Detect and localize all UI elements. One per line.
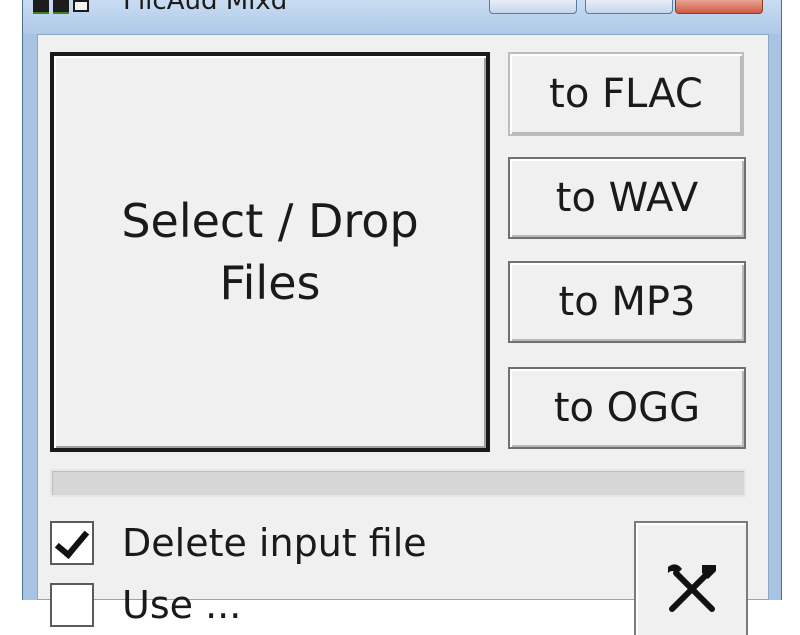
delete-input-option[interactable]: Delete input file bbox=[50, 521, 427, 565]
settings-button[interactable] bbox=[634, 521, 748, 635]
title-bar[interactable]: FlicAud Mixd bbox=[23, 0, 781, 34]
second-option[interactable]: Use ... bbox=[50, 583, 241, 627]
window-title: FlicAud Mixd bbox=[123, 0, 288, 16]
checkmark-icon bbox=[54, 522, 90, 560]
app-icon bbox=[33, 0, 97, 14]
select-drop-files-button[interactable]: Select / Drop Files bbox=[50, 52, 490, 452]
tools-icon bbox=[668, 564, 716, 612]
to-ogg-label: to OGG bbox=[553, 385, 701, 431]
app-window: FlicAud Mixd Select / Drop Files to FLAC… bbox=[22, 0, 782, 635]
to-ogg-button[interactable]: to OGG bbox=[508, 367, 746, 449]
select-drop-files-label: Select / Drop Files bbox=[121, 194, 419, 310]
to-wav-button[interactable]: to WAV bbox=[508, 157, 746, 239]
to-flac-label: to FLAC bbox=[549, 71, 703, 117]
second-option-label: Use ... bbox=[122, 583, 242, 627]
second-option-checkbox[interactable] bbox=[50, 583, 94, 627]
maximize-button[interactable] bbox=[585, 0, 673, 14]
progress-bar bbox=[50, 469, 746, 497]
to-flac-button[interactable]: to FLAC bbox=[508, 52, 744, 136]
client-area: Select / Drop Files to FLAC to WAV to MP… bbox=[37, 34, 769, 635]
delete-input-label: Delete input file bbox=[122, 521, 427, 565]
minimize-button[interactable] bbox=[489, 0, 577, 14]
to-wav-label: to WAV bbox=[555, 175, 699, 221]
to-mp3-label: to MP3 bbox=[558, 279, 696, 325]
delete-input-checkbox[interactable] bbox=[50, 521, 94, 565]
close-button[interactable] bbox=[675, 0, 763, 14]
to-mp3-button[interactable]: to MP3 bbox=[508, 261, 746, 343]
